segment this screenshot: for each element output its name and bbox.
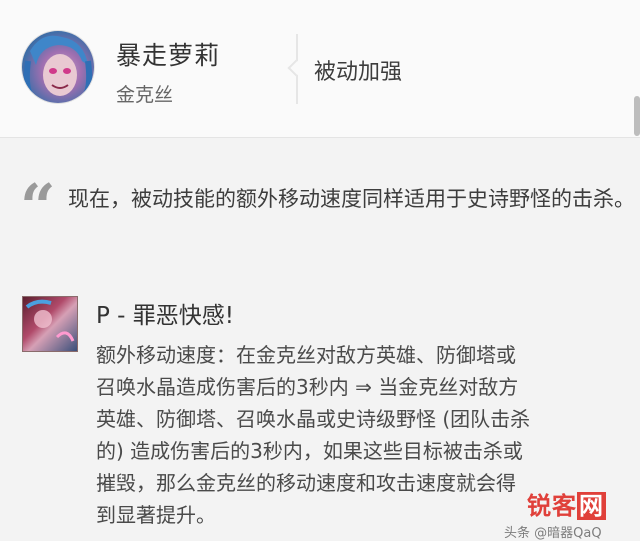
patch-header: 暴走萝莉 金克丝 被动加强 <box>0 0 640 138</box>
scrollbar-thumb[interactable] <box>634 96 640 136</box>
header-divider <box>296 34 298 104</box>
skill-description-line: 摧毁，那么金克丝的移动速度和攻击速度就会得 <box>96 471 516 495</box>
skill-description-line: 英雄、防御塔、召唤水晶或史诗级野怪 (团队击杀 <box>96 407 531 431</box>
champion-title: 金克丝 <box>116 84 174 106</box>
skill-description-line: 额外移动速度：在金克丝对敌方英雄、防御塔或 <box>96 343 516 367</box>
skill-description-line: 的) 造成伤害后的3秒内，如果这些目标被击杀或 <box>96 439 523 463</box>
skill-description-line: 召唤水晶造成伤害后的3秒内 ⇒ 当金克丝对敌方 <box>96 375 519 399</box>
change-type-label: 被动加强 <box>314 60 403 85</box>
jinx-portrait-icon <box>23 35 93 103</box>
site-watermark-logo: 锐客网 <box>527 492 606 520</box>
skill-description-line: 到显著提升。 <box>96 503 216 527</box>
skill-title: P - 罪恶快感! <box>96 303 235 329</box>
change-summary-quote: 现在，被动技能的额外移动速度同样适用于史诗野怪的击杀。 <box>68 187 635 211</box>
champion-avatar[interactable] <box>22 31 94 103</box>
champion-name: 暴走萝莉 <box>116 41 221 70</box>
passive-skill-icon <box>22 296 78 352</box>
